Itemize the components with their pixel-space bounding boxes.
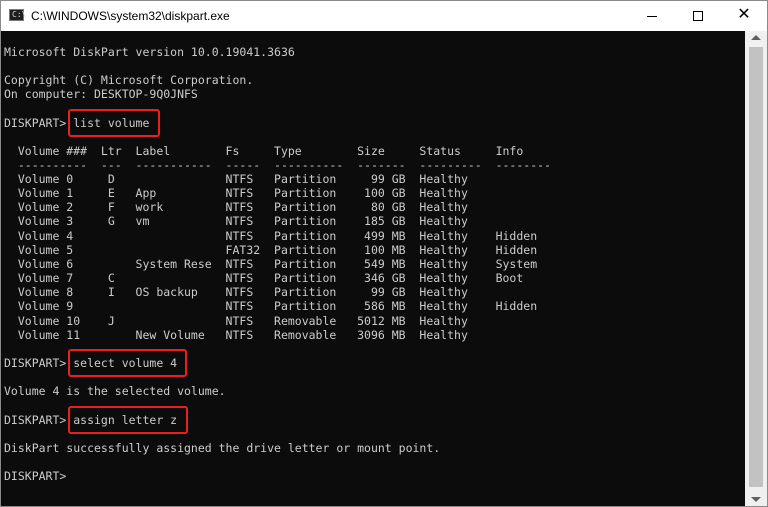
minimize-icon bbox=[647, 16, 657, 17]
console-line: On computer: DESKTOP-9Q0JNFS bbox=[4, 87, 198, 101]
close-button[interactable]: ✕ bbox=[721, 1, 767, 31]
volume-table-separator: ---------- --- ----------- ----- -------… bbox=[4, 158, 551, 172]
close-icon: ✕ bbox=[737, 6, 751, 23]
maximize-icon bbox=[693, 11, 703, 21]
console-line: Volume 4 is the selected volume. bbox=[4, 384, 226, 398]
console-line: Copyright (C) Microsoft Corporation. bbox=[4, 73, 254, 87]
vertical-scrollbar[interactable] bbox=[745, 31, 767, 506]
volume-row: Volume 7 C NTFS Partition 346 GB Healthy… bbox=[4, 271, 524, 285]
maximize-button[interactable] bbox=[675, 1, 721, 31]
volume-row: Volume 8 I OS backup NTFS Partition 99 G… bbox=[4, 285, 468, 299]
scroll-down-icon[interactable] bbox=[751, 497, 761, 502]
highlight-box-list-volume bbox=[68, 109, 160, 137]
volume-row: Volume 10 J NTFS Removable 5012 MB Healt… bbox=[4, 314, 468, 328]
volume-row: Volume 0 D NTFS Partition 99 GB Healthy bbox=[4, 172, 468, 186]
console-output[interactable]: Microsoft DiskPart version 10.0.19041.36… bbox=[1, 31, 745, 506]
console-window: C:\ C:\WINDOWS\system32\diskpart.exe ✕ M… bbox=[0, 0, 768, 507]
title-bar[interactable]: C:\ C:\WINDOWS\system32\diskpart.exe ✕ bbox=[1, 1, 767, 31]
minimize-button[interactable] bbox=[629, 1, 675, 31]
volume-row: Volume 6 System Rese NTFS Partition 549 … bbox=[4, 257, 538, 271]
volume-row: Volume 11 New Volume NTFS Removable 3096… bbox=[4, 328, 468, 342]
console-prompt[interactable]: DISKPART> bbox=[4, 469, 73, 483]
scrollbar-thumb[interactable] bbox=[749, 47, 763, 487]
console-line: DiskPart successfully assigned the drive… bbox=[4, 441, 441, 455]
volume-row: Volume 3 G vm NTFS Partition 185 GB Heal… bbox=[4, 214, 468, 228]
volume-row: Volume 1 E App NTFS Partition 100 GB Hea… bbox=[4, 186, 468, 200]
window-title: C:\WINDOWS\system32\diskpart.exe bbox=[31, 9, 230, 23]
highlight-box-assign-letter bbox=[68, 406, 188, 434]
scroll-up-icon[interactable] bbox=[751, 35, 761, 40]
volume-table-header: Volume ### Ltr Label Fs Type Size Status… bbox=[4, 144, 524, 158]
console-icon-text: C:\ bbox=[12, 10, 27, 19]
volume-row: Volume 2 F work NTFS Partition 80 GB Hea… bbox=[4, 200, 468, 214]
highlight-box-select-volume bbox=[68, 349, 187, 377]
console-line: Microsoft DiskPart version 10.0.19041.36… bbox=[4, 45, 295, 59]
volume-row: Volume 4 NTFS Partition 499 MB Healthy H… bbox=[4, 229, 538, 243]
volume-row: Volume 5 FAT32 Partition 100 MB Healthy … bbox=[4, 243, 538, 257]
volume-row: Volume 9 NTFS Partition 586 MB Healthy H… bbox=[4, 299, 538, 313]
console-icon[interactable]: C:\ bbox=[9, 9, 27, 21]
